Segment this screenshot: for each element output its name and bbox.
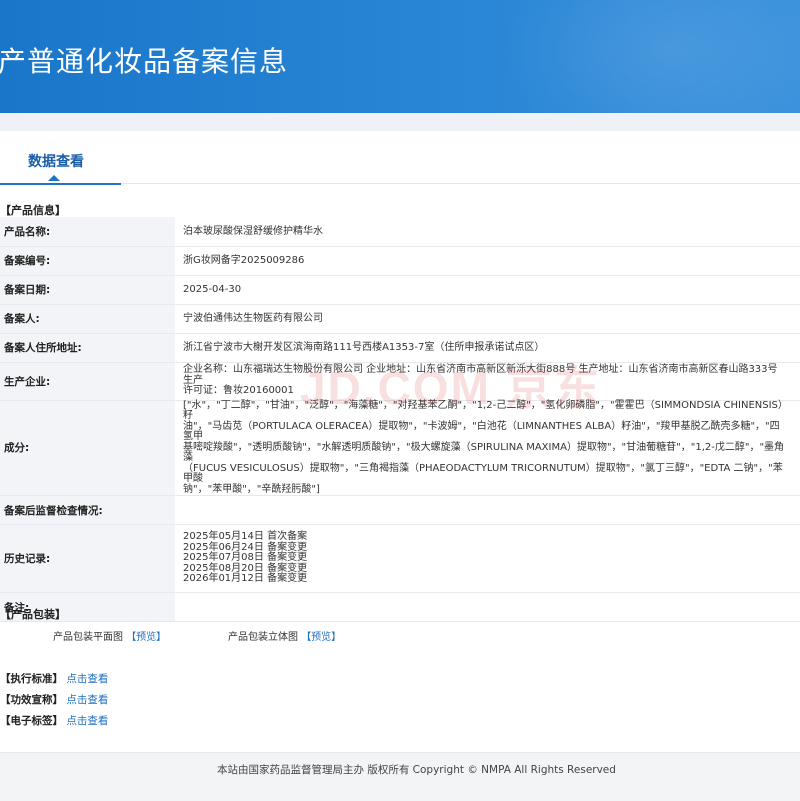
efficacy-view-link[interactable]: 点击查看 xyxy=(66,694,108,706)
efficacy-row: 【功效宣称】 点击查看 xyxy=(0,692,108,707)
table-row: 产品名称: 泊本玻尿酸保湿舒缓修护精华水 xyxy=(0,217,800,247)
row-label: 备案人: xyxy=(0,304,175,334)
header-banner: 产普通化妆品备案信息 xyxy=(0,0,800,113)
page-title: 产普通化妆品备案信息 xyxy=(0,45,289,78)
table-row: 成分: ["水"，"丁二醇"，"甘油"，"泛醇"，"海藻糖"，"对羟基苯乙酮"，… xyxy=(0,400,800,496)
ingredients-line: 油"，"马齿苋（PORTULACA OLERACEA）提取物"，"卡波姆"，"白… xyxy=(183,420,780,442)
footer: 本站由国家药品监督管理局主办 版权所有 Copyright © NMPA All… xyxy=(0,752,800,801)
ingredients-line: ["水"，"丁二醇"，"甘油"，"泛醇"，"海藻糖"，"对羟基苯乙酮"，"1,2… xyxy=(183,399,788,421)
standard-row: 【执行标准】 点击查看 xyxy=(0,671,108,686)
record-number-value: 浙G妆网备字2025009286 xyxy=(175,246,800,276)
row-label: 生产企业: xyxy=(0,362,175,401)
row-label: 成分: xyxy=(0,400,175,496)
row-label: 历史记录: xyxy=(0,524,175,593)
history-line: 2026年01月12日 备案变更 xyxy=(183,573,308,585)
row-label: 备案日期: xyxy=(0,275,175,305)
table-row: 备注: xyxy=(0,592,800,622)
efficacy-label: 【功效宣称】 xyxy=(0,694,63,706)
table-row: 备案日期: 2025-04-30 xyxy=(0,275,800,305)
packaging-flat-label: 产品包装平面图 xyxy=(53,632,123,643)
product-info-table: 产品名称: 泊本玻尿酸保湿舒缓修护精华水 备案编号: 浙G妆网备字2025009… xyxy=(0,217,800,622)
packaging-solid-preview-link[interactable]: 【预览】 xyxy=(301,632,341,643)
row-label: 备案后监督检查情况: xyxy=(0,495,175,525)
footer-copyright: 本站由国家药品监督管理局主办 版权所有 Copyright © NMPA All… xyxy=(217,764,616,776)
ingredients-line: 钠"，"苯甲酸"，"辛酰羟肟酸"] xyxy=(183,483,320,495)
tab-caret-icon xyxy=(48,175,60,181)
packaging-flat: 产品包装平面图 【预览】 xyxy=(53,628,166,643)
table-row: 生产企业: 企业名称：山东福瑞达生物股份有限公司 企业地址：山东省济南市高新区新… xyxy=(0,362,800,401)
packaging-solid-label: 产品包装立体图 xyxy=(228,632,298,643)
history-value: 2025年05月14日 首次备案 2025年06月24日 备案变更 2025年0… xyxy=(175,524,800,593)
packaging-solid: 产品包装立体图 【预览】 xyxy=(228,628,341,643)
registrant-address-value: 浙江省宁波市大榭开发区滨海南路111号西楼A1353-7室（住所申报承诺试点区） xyxy=(175,333,800,363)
row-label: 产品名称: xyxy=(0,217,175,247)
manufacturer-value: 企业名称：山东福瑞达生物股份有限公司 企业地址：山东省济南市高新区新泺大街888… xyxy=(175,362,800,401)
record-date-value: 2025-04-30 xyxy=(175,275,800,305)
ingredients-value: ["水"，"丁二醇"，"甘油"，"泛醇"，"海藻糖"，"对羟基苯乙酮"，"1,2… xyxy=(175,400,800,496)
packaging-flat-preview-link[interactable]: 【预览】 xyxy=(126,632,166,643)
elabel-row: 【电子标签】 点击查看 xyxy=(0,713,108,728)
ingredients-line: （FUCUS VESICULOSUS）提取物"，"三角褐指藻（PHAEODACT… xyxy=(183,462,783,484)
tab-data-view[interactable]: 数据查看 xyxy=(0,131,121,185)
registrant-value: 宁波伯通伟达生物医药有限公司 xyxy=(175,304,800,334)
row-label: 备案编号: xyxy=(0,246,175,276)
tab-data-view-label: 数据查看 xyxy=(28,154,84,170)
table-row: 历史记录: 2025年05月14日 首次备案 2025年06月24日 备案变更 … xyxy=(0,524,800,593)
elabel-view-link[interactable]: 点击查看 xyxy=(66,715,108,727)
standard-view-link[interactable]: 点击查看 xyxy=(66,673,108,685)
inspection-value xyxy=(175,495,800,525)
product-info-heading: 【产品信息】 xyxy=(0,204,66,217)
ingredients-line: 基嘧啶羧酸"，"透明质酸钠"，"水解透明质酸钠"，"极大螺旋藻（SPIRULIN… xyxy=(183,441,785,463)
header-divider xyxy=(0,113,800,131)
standard-label: 【执行标准】 xyxy=(0,673,63,685)
table-row: 备案人住所地址: 浙江省宁波市大榭开发区滨海南路111号西楼A1353-7室（住… xyxy=(0,333,800,363)
manufacturer-line: 许可证：鲁妆20160001 xyxy=(183,385,294,397)
manufacturer-line: 企业名称：山东福瑞达生物股份有限公司 企业地址：山东省济南市高新区新泺大街888… xyxy=(183,364,778,386)
tab-bar: 数据查看 xyxy=(0,131,800,185)
table-row: 备案编号: 浙G妆网备字2025009286 xyxy=(0,246,800,276)
row-label: 备案人住所地址: xyxy=(0,333,175,363)
table-row: 备案人: 宁波伯通伟达生物医药有限公司 xyxy=(0,304,800,334)
elabel-label: 【电子标签】 xyxy=(0,715,63,727)
remarks-value xyxy=(175,592,800,622)
table-row: 备案后监督检查情况: xyxy=(0,495,800,525)
product-name-value: 泊本玻尿酸保湿舒缓修护精华水 xyxy=(175,217,800,247)
packaging-heading: 【产品包装】 xyxy=(0,608,66,621)
